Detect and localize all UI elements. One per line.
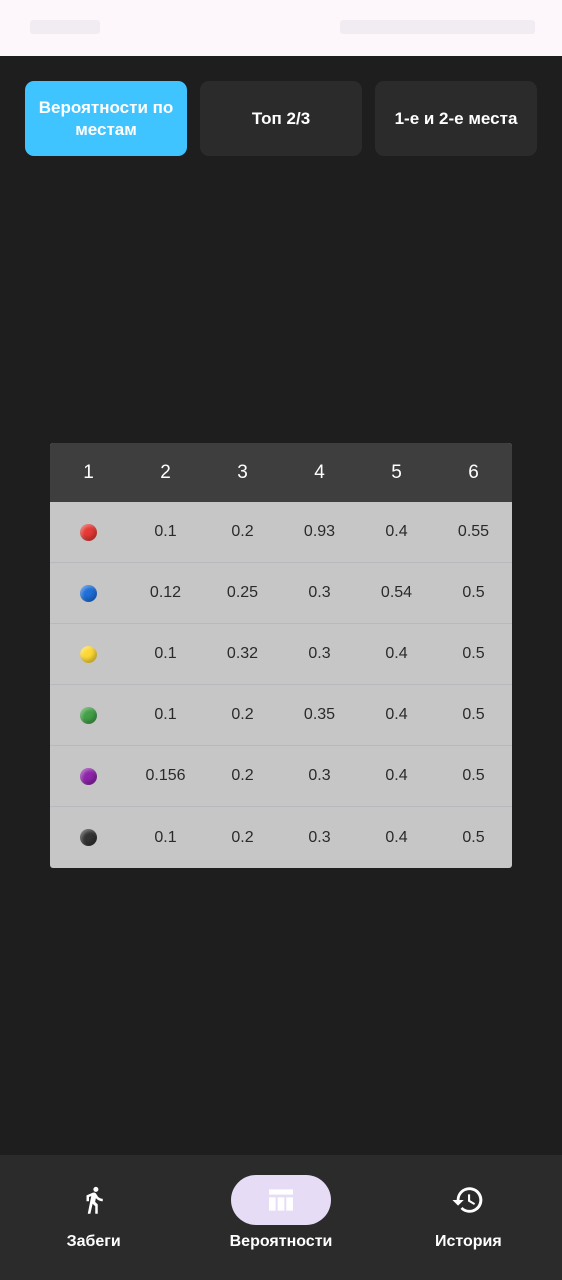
- tab-top-2-3[interactable]: Топ 2/3: [200, 81, 362, 156]
- table-cell: 0.2: [231, 523, 254, 540]
- nav-icon-container: [418, 1175, 518, 1225]
- table-cell: 0.32: [226, 645, 259, 662]
- table-cell: 0.5: [462, 767, 485, 784]
- table-cell: 0.55: [457, 523, 490, 540]
- nav-item-races[interactable]: Забеги: [0, 1155, 187, 1280]
- color-cell: [50, 807, 127, 868]
- header-cell: 2: [160, 461, 171, 483]
- table-cell: 0.4: [385, 523, 408, 540]
- table-cell: 0.4: [385, 828, 408, 846]
- table-row: 0.1 0.32 0.3 0.4 0.5: [50, 624, 512, 685]
- history-icon: [452, 1187, 483, 1213]
- status-right-ghost: [340, 20, 535, 34]
- purple-circle-icon: [80, 767, 97, 785]
- header-cell: 5: [391, 461, 402, 483]
- color-cell: [50, 563, 127, 623]
- color-cell: [50, 502, 127, 562]
- nav-icon-container: [44, 1175, 144, 1225]
- table-cell: 0.1: [154, 828, 177, 846]
- nav-label: Вероятности: [229, 1233, 333, 1250]
- table-cell: 0.3: [308, 767, 331, 784]
- table-cell: 0.4: [385, 706, 408, 723]
- table-row: 0.1 0.2 0.35 0.4 0.5: [50, 685, 512, 746]
- table-row: 0.156 0.2 0.3 0.4 0.5: [50, 746, 512, 807]
- blue-circle-icon: [80, 584, 97, 602]
- table-icon: [268, 1189, 293, 1211]
- bottom-navigation: Забеги Вероятности История: [0, 1155, 562, 1280]
- table-cell: 0.3: [308, 828, 331, 846]
- table-cell: 0.2: [231, 767, 254, 784]
- table-cell: 0.1: [154, 523, 177, 540]
- status-bar: [0, 0, 562, 56]
- table-body: 0.1 0.2 0.93 0.4 0.55 0.12 0.25 0.3 0.54 0.5 0.1 0.…: [50, 502, 512, 868]
- table-cell: 0.5: [462, 645, 485, 662]
- table-cell: 0.156: [145, 767, 186, 784]
- table-cell: 0.12: [149, 584, 182, 601]
- tab-bar: Вероятности по местам Топ 2/3 1-е и 2-е …: [25, 81, 537, 156]
- header-cell: 3: [237, 461, 248, 483]
- nav-label: Забеги: [66, 1233, 121, 1250]
- table-cell: 0.3: [308, 584, 331, 601]
- table-cell: 0.5: [462, 584, 485, 601]
- red-circle-icon: [80, 523, 97, 541]
- table-cell: 0.54: [380, 584, 413, 601]
- table-row: 0.1 0.2 0.93 0.4 0.55: [50, 502, 512, 563]
- table-cell: 0.1: [154, 645, 177, 662]
- nav-item-probabilities[interactable]: Вероятности: [187, 1155, 374, 1280]
- nav-icon-container: [230, 1175, 331, 1225]
- nav-item-history[interactable]: История: [375, 1155, 562, 1280]
- status-left-ghost: [30, 20, 100, 34]
- black-circle-icon: [80, 829, 97, 846]
- color-cell: [50, 746, 127, 806]
- nav-label: История: [434, 1233, 502, 1250]
- table-cell: 0.5: [462, 828, 485, 846]
- table-cell: 0.5: [462, 706, 485, 723]
- tab-label: 1-е и 2-е места: [394, 108, 518, 128]
- table-cell: 0.35: [303, 706, 336, 723]
- table-cell: 0.1: [154, 706, 177, 723]
- table-row: 0.1 0.2 0.3 0.4 0.5: [50, 807, 512, 868]
- green-circle-icon: [80, 706, 97, 724]
- color-cell: [50, 624, 127, 684]
- table-cell: 0.93: [303, 523, 336, 540]
- tab-place-probabilities[interactable]: Вероятности по местам: [25, 81, 187, 156]
- table-header: 1 2 3 4 5 6: [50, 443, 512, 502]
- table-cell: 0.25: [226, 584, 259, 601]
- tab-first-second-places[interactable]: 1-е и 2-е места: [375, 81, 537, 156]
- table-cell: 0.3: [308, 645, 331, 662]
- table-cell: 0.2: [231, 706, 254, 723]
- tab-label: Вероятности по местам: [38, 97, 174, 139]
- color-cell: [50, 685, 127, 745]
- tab-label: Топ 2/3: [251, 108, 311, 128]
- probability-table: 1 2 3 4 5 6 0.1 0.2 0.93 0.4 0.55 0.12 0.25 0.3…: [50, 443, 512, 868]
- header-cell: 4: [314, 461, 325, 483]
- header-cell: 1: [83, 461, 94, 483]
- table-cell: 0.4: [385, 767, 408, 784]
- header-cell: 6: [468, 461, 479, 483]
- table-row: 0.12 0.25 0.3 0.54 0.5: [50, 563, 512, 624]
- table-cell: 0.4: [385, 645, 408, 662]
- table-cell: 0.2: [231, 828, 254, 846]
- yellow-circle-icon: [80, 645, 97, 663]
- running-person-icon: [86, 1186, 103, 1214]
